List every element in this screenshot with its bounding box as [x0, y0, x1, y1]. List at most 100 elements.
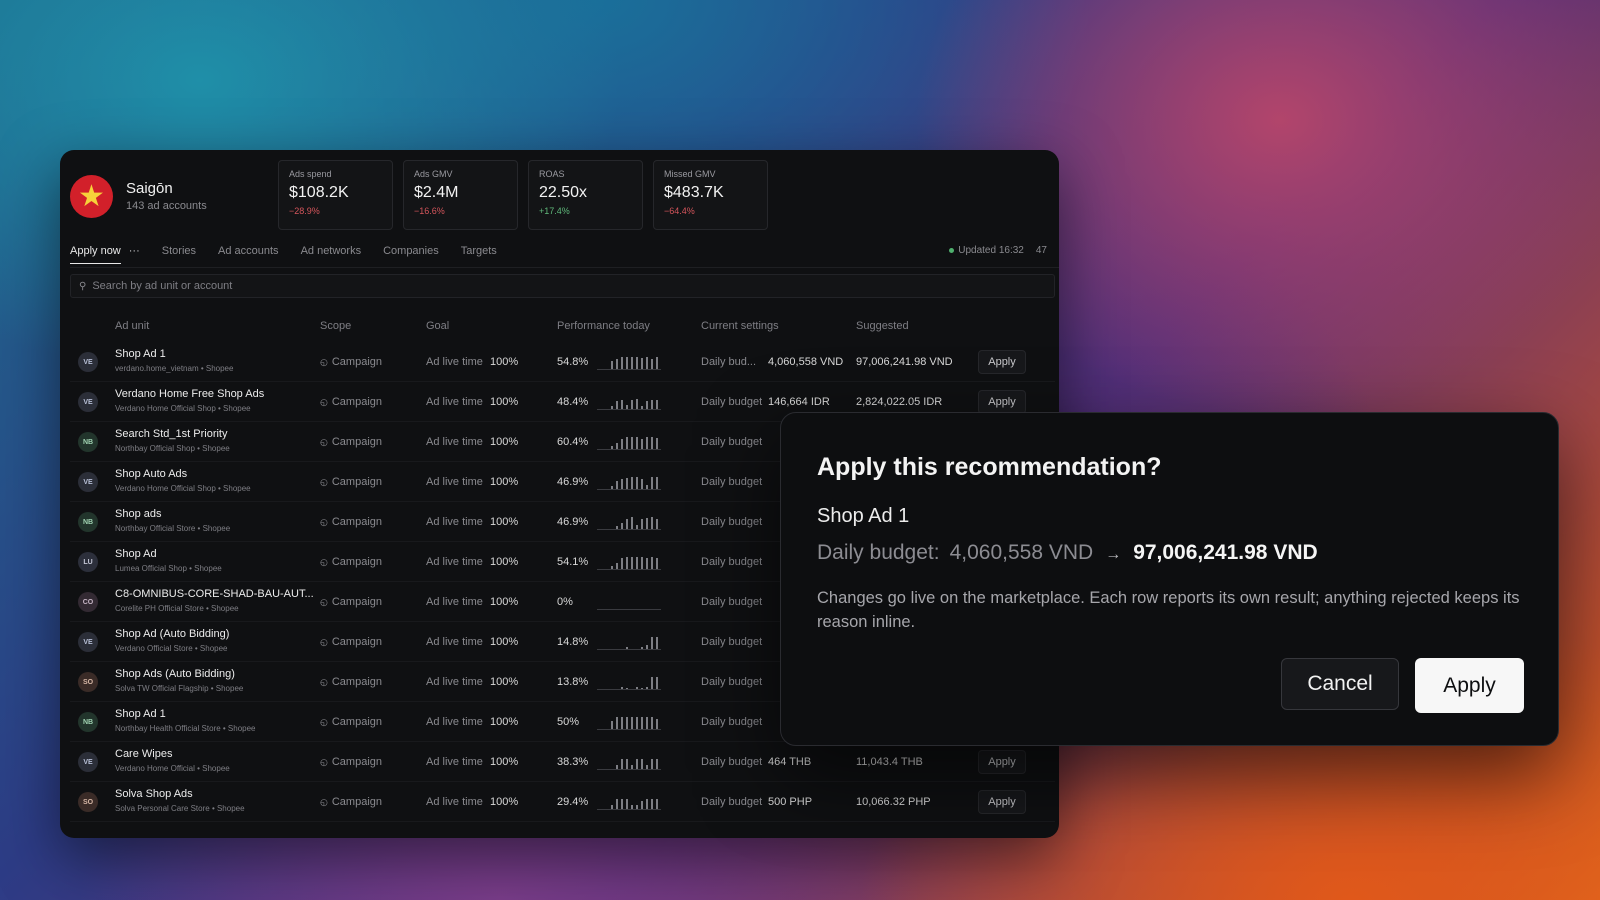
spark-bar [646, 687, 648, 689]
spark-bar [626, 405, 628, 409]
campaign-icon: ◵ [320, 437, 328, 447]
spark-bar [641, 439, 643, 449]
tab-ad-accounts[interactable]: Ad accounts [218, 245, 279, 263]
spark-bar [641, 717, 643, 729]
current-setting-label: Daily budget [701, 396, 763, 408]
column-header-current-settings[interactable]: Current settings [701, 320, 779, 332]
current-setting-label: Daily budget [701, 476, 763, 488]
ad-unit-name[interactable]: Search Std_1st Priority [115, 428, 325, 440]
row-apply-button[interactable]: Apply [978, 790, 1026, 814]
ad-unit-name[interactable]: Shop Ad 1 [115, 348, 325, 360]
column-header-performance[interactable]: Performance today [557, 320, 650, 332]
performance-value: 38.3% [557, 756, 589, 768]
status-dot-icon [949, 247, 955, 253]
spark-bar [611, 406, 613, 409]
goal-percent: 100% [490, 436, 519, 448]
column-header-suggested[interactable]: Suggested [856, 320, 909, 332]
ad-unit-name[interactable]: Shop ads [115, 508, 325, 520]
spark-bar [636, 687, 638, 689]
goal-percent: 100% [490, 396, 519, 408]
ad-unit-name[interactable]: Shop Ad [115, 548, 325, 560]
spark-bar [656, 400, 658, 409]
ad-unit-account: Verdano Home Official • Shopee [115, 764, 230, 773]
spark-bar [621, 558, 623, 569]
spark-bar [616, 401, 618, 409]
ad-unit-name[interactable]: Shop Ad 1 [115, 708, 325, 720]
tab-targets[interactable]: Targets [461, 245, 497, 263]
current-setting-label: Daily budget [701, 716, 763, 728]
spark-bar [636, 357, 638, 369]
scope-cell: ◵ Campaign [320, 476, 382, 488]
avatar: NB [78, 712, 98, 732]
spark-bar [656, 677, 658, 689]
table-row[interactable]: VE Shop Ad 1 verdano.home_vietnam • Shopee… [70, 342, 1055, 382]
spark-bar [651, 359, 653, 369]
spark-bar [641, 647, 643, 649]
spark-bar [631, 765, 633, 769]
tab-divider [70, 267, 1059, 268]
current-setting-label: Daily budget [701, 796, 763, 808]
ad-unit-name[interactable]: Verdano Home Free Shop Ads [115, 388, 325, 400]
ad-unit-name[interactable]: Care Wipes [115, 748, 325, 760]
apply-recommendation-dialog: Apply this recommendation? Shop Ad 1 Dai… [780, 412, 1559, 746]
spark-bar [646, 357, 648, 369]
spark-bar [621, 400, 623, 409]
scope-cell: ◵ Campaign [320, 716, 382, 728]
current-setting-label: Daily budget [701, 516, 763, 528]
spark-bar [646, 401, 648, 409]
goal-percent: 100% [490, 756, 519, 768]
scope-label: Campaign [331, 356, 382, 368]
spark-bar [611, 805, 613, 809]
goal-label: Ad live time [426, 516, 483, 528]
suggested-value: 11,043.4 THB [856, 756, 923, 768]
campaign-icon: ◵ [320, 717, 328, 727]
updated-time: Updated 16:32 [958, 245, 1024, 256]
cancel-button[interactable]: Cancel [1281, 658, 1399, 710]
tab-ad-networks[interactable]: Ad networks [301, 245, 362, 263]
current-setting-label: Daily budget [701, 436, 763, 448]
performance-sparkline [597, 592, 661, 610]
suggested-value: 10,066.32 PHP [856, 796, 931, 808]
row-apply-button[interactable]: Apply [978, 390, 1026, 414]
ad-unit-name[interactable]: Shop Ad (Auto Bidding) [115, 628, 325, 640]
ad-unit-name[interactable]: C8-OMNIBUS-CORE-SHAD-BAU-AUT... [115, 588, 325, 600]
tab-apply-now[interactable]: Apply now [70, 245, 121, 264]
column-header-scope[interactable]: Scope [320, 320, 351, 332]
row-apply-button[interactable]: Apply [978, 350, 1026, 374]
column-header-ad-unit[interactable]: Ad unit [115, 320, 149, 332]
goal-percent: 100% [490, 556, 519, 568]
ad-unit-account: Northbay Health Official Store • Shopee [115, 724, 256, 733]
apply-button[interactable]: Apply [1415, 658, 1524, 713]
spark-bar [646, 437, 648, 449]
goal-label: Ad live time [426, 796, 483, 808]
avatar: VE [78, 472, 98, 492]
performance-value: 46.9% [557, 476, 589, 488]
avatar: NB [78, 432, 98, 452]
table-row[interactable]: SO Solva Shop Ads Solva Personal Care Stor… [70, 782, 1055, 822]
row-apply-button[interactable]: Apply [978, 750, 1026, 774]
kpi-ads-gmv: Ads GMV $2.4M −16.6% [403, 160, 518, 230]
ad-unit-account: Lumea Official Shop • Shopee [115, 564, 222, 573]
spark-bar [636, 805, 638, 809]
scope-cell: ◵ Campaign [320, 796, 382, 808]
tab-companies[interactable]: Companies [383, 245, 439, 263]
ad-unit-account: verdano.home_vietnam • Shopee [115, 364, 234, 373]
ad-unit-name[interactable]: Shop Auto Ads [115, 468, 325, 480]
spark-bar [641, 759, 643, 769]
ad-unit-name[interactable]: Solva Shop Ads [115, 788, 325, 800]
table-row[interactable]: VE Care Wipes Verdano Home Official • Shop… [70, 742, 1055, 782]
scope-cell: ◵ Campaign [320, 756, 382, 768]
search-input[interactable] [92, 280, 993, 292]
spark-bar [621, 759, 623, 769]
more-icon[interactable]: ··· [129, 245, 140, 257]
tab-stories[interactable]: Stories [162, 245, 196, 263]
spark-bar [641, 358, 643, 369]
column-header-goal[interactable]: Goal [426, 320, 449, 332]
spark-bar [656, 558, 658, 569]
current-setting-value: 464 THB [768, 756, 812, 768]
budget-from: 4,060,558 VND [949, 541, 1094, 564]
ad-unit-name[interactable]: Shop Ads (Auto Bidding) [115, 668, 325, 680]
current-setting-label: Daily budget [701, 636, 763, 648]
spark-bar [621, 439, 623, 449]
spark-bar [626, 688, 628, 689]
